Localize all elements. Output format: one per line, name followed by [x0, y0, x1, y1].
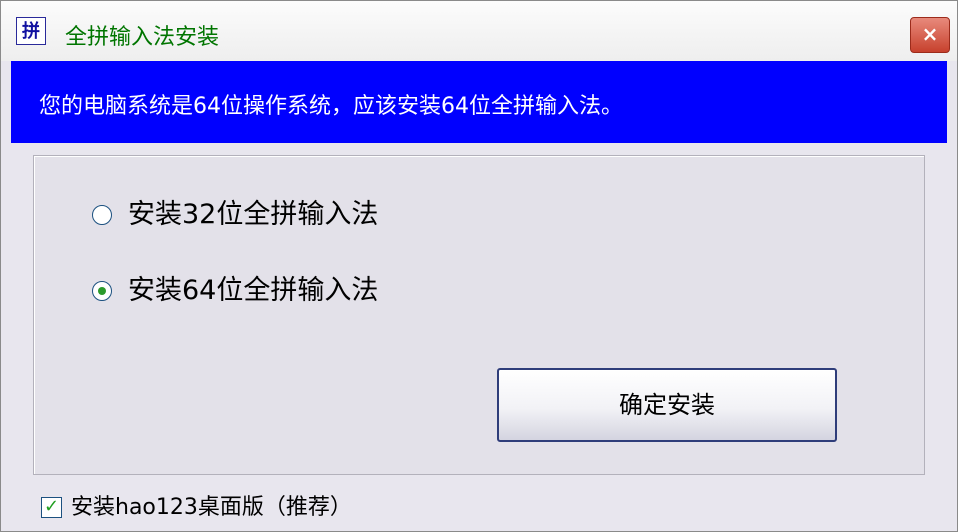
radio-selected-dot	[98, 287, 106, 295]
title-bar[interactable]: 拼 全拼输入法安装 ×	[1, 1, 957, 61]
app-icon: 拼	[16, 17, 46, 45]
confirm-install-button[interactable]: 确定安装	[497, 368, 837, 442]
option-label-32bit[interactable]: 安装32位全拼输入法	[128, 196, 378, 234]
close-icon: ×	[921, 22, 939, 46]
window-title: 全拼输入法安装	[65, 25, 220, 50]
radio-button-32bit[interactable]	[92, 205, 112, 225]
hao123-checkbox-label[interactable]: 安装hao123桌面版（推荐）	[71, 493, 352, 523]
option-label-64bit[interactable]: 安装64位全拼输入法	[128, 272, 378, 310]
info-banner: 您的电脑系统是64位操作系统，应该安装64位全拼输入法。	[11, 61, 947, 143]
radio-button-64bit[interactable]	[92, 281, 112, 301]
banner-text: 您的电脑系统是64位操作系统，应该安装64位全拼输入法。	[39, 94, 623, 119]
checkmark-icon: ✓	[44, 496, 60, 517]
installer-window: 拼 全拼输入法安装 × 您的电脑系统是64位操作系统，应该安装64位全拼输入法。…	[0, 0, 958, 532]
close-button[interactable]: ×	[910, 17, 950, 53]
hao123-checkbox[interactable]: ✓	[41, 496, 62, 518]
options-panel: 安装32位全拼输入法 安装64位全拼输入法 确定安装	[33, 155, 925, 475]
